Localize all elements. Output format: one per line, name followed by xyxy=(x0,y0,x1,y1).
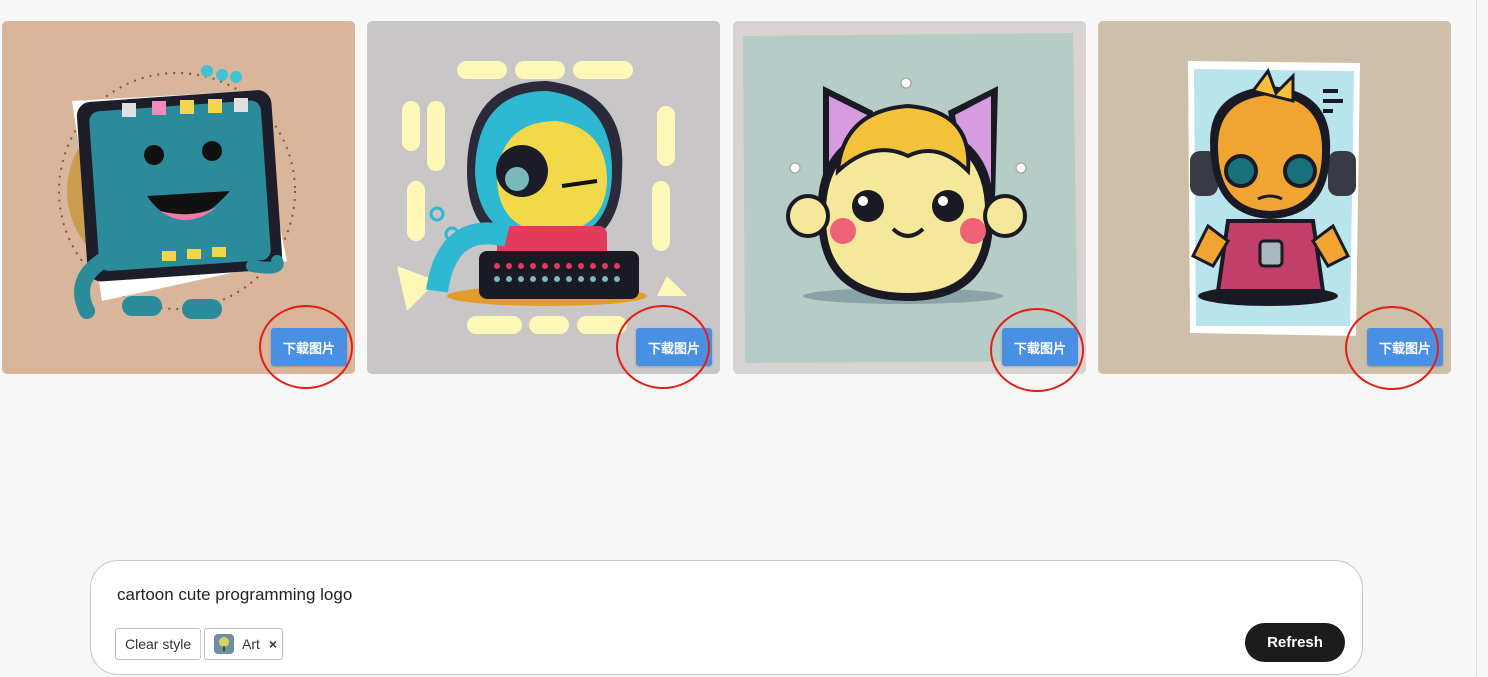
prompt-input[interactable]: cartoon cute programming logo xyxy=(117,585,352,605)
download-image-button-3[interactable]: 下载图片 xyxy=(1002,328,1078,366)
download-image-button-2[interactable]: 下载图片 xyxy=(636,328,712,366)
scrollbar-track[interactable] xyxy=(1476,0,1477,677)
download-image-button-1[interactable]: 下载图片 xyxy=(271,328,347,366)
download-image-button-4[interactable]: 下载图片 xyxy=(1367,328,1443,366)
generated-image-card-3[interactable]: 下载图片 xyxy=(733,21,1086,374)
cat-illustration xyxy=(743,33,1078,363)
divider xyxy=(200,632,201,656)
robot-illustration xyxy=(58,65,296,319)
orange-robot-illustration xyxy=(1188,61,1360,336)
generated-image-card-1[interactable]: 下载图片 xyxy=(2,21,355,374)
clear-style-button[interactable]: Clear style xyxy=(115,628,202,660)
generated-image-card-2[interactable]: 下载图片 xyxy=(367,21,720,374)
style-chip-art[interactable]: Art × xyxy=(204,628,283,660)
art-style-thumbnail-icon xyxy=(214,634,234,654)
remove-style-icon[interactable]: × xyxy=(269,636,277,652)
prompt-panel: cartoon cute programming logo Clear styl… xyxy=(90,560,1363,675)
coder-illustration xyxy=(397,61,687,334)
generated-image-card-4[interactable]: 下载图片 xyxy=(1098,21,1451,374)
refresh-button[interactable]: Refresh xyxy=(1245,623,1345,662)
style-chip-label: Art xyxy=(242,636,260,652)
image-gallery: 下载图片 下载图片 下载图片 下载图片 xyxy=(0,0,1460,392)
